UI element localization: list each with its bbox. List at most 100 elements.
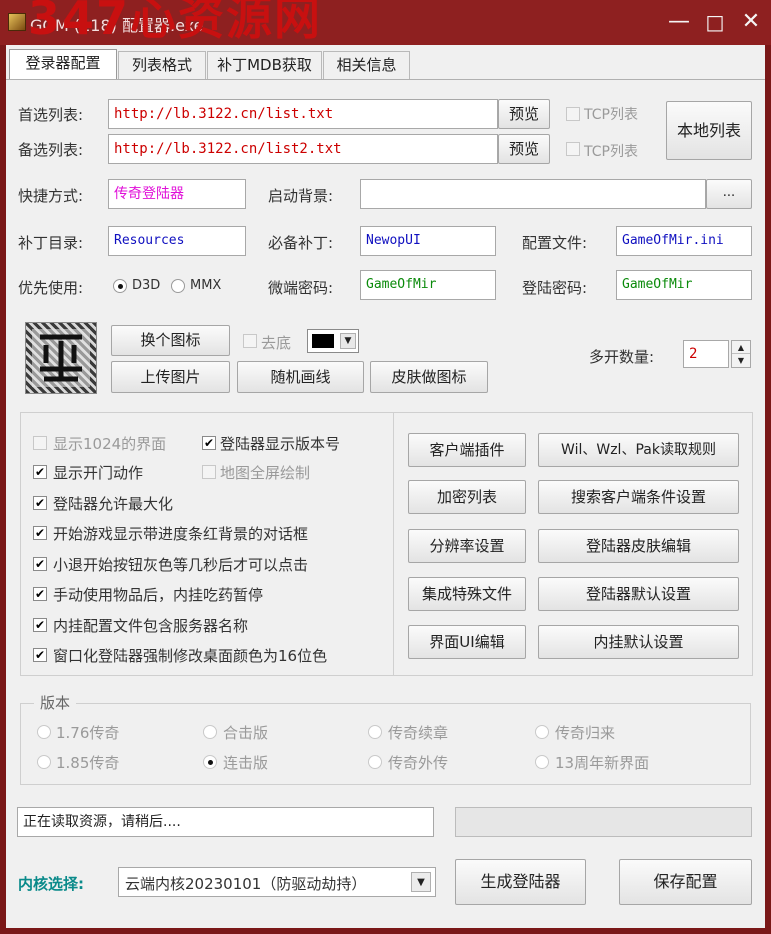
- startup-bg-input[interactable]: [360, 179, 706, 209]
- core-select-dropdown[interactable]: 云端内核20230101（防驱动劫持） ▼: [118, 867, 436, 897]
- primary-list-label: 首选列表:: [18, 106, 84, 124]
- resolution-settings-button[interactable]: 分辨率设置: [408, 529, 526, 563]
- opt-1024-checkbox[interactable]: [33, 436, 47, 450]
- core-select-label: 内核选择:: [18, 875, 84, 893]
- ver-lianji-radio[interactable]: [203, 755, 217, 769]
- generate-launcher-button[interactable]: 生成登陆器: [455, 859, 586, 905]
- spinner-up-icon[interactable]: ▲: [732, 341, 750, 354]
- ui-edit-button[interactable]: 界面UI编辑: [408, 625, 526, 659]
- shortcut-input[interactable]: 传奇登陆器: [108, 179, 246, 209]
- local-list-button[interactable]: 本地列表: [666, 101, 752, 160]
- multi-open-spinner[interactable]: ▲ ▼: [731, 340, 751, 368]
- opt-16bit-color-checkbox[interactable]: ✔: [33, 648, 47, 662]
- core-select-value: 云端内核20230101（防驱动劫持）: [125, 875, 367, 893]
- login-default-settings-button[interactable]: 登陆器默认设置: [538, 577, 739, 611]
- opt-door-checkbox[interactable]: ✔: [33, 465, 47, 479]
- opt-door-label: 显示开门动作: [53, 464, 144, 482]
- opt-progress-label: 开始游戏显示带进度条红背景的对话框: [53, 525, 309, 543]
- ver-waizhuan-radio[interactable]: [368, 755, 382, 769]
- opt-progress-checkbox[interactable]: ✔: [33, 526, 47, 540]
- color-picker-dropdown[interactable]: ▼: [307, 329, 359, 353]
- multi-open-label: 多开数量:: [589, 348, 655, 366]
- opt-gray-button-label: 小退开始按钮灰色等几秒后才可以点击: [53, 556, 309, 574]
- ver-heji-radio[interactable]: [203, 725, 217, 739]
- required-patch-input[interactable]: NewopUI: [360, 226, 496, 256]
- required-patch-label: 必备补丁:: [268, 234, 334, 252]
- opt-maximize-checkbox[interactable]: ✔: [33, 496, 47, 510]
- client-plugin-button[interactable]: 客户端插件: [408, 433, 526, 467]
- ver-lianji-label: 连击版: [223, 754, 269, 772]
- backup-list-input[interactable]: http://lb.3122.cn/list2.txt: [108, 134, 498, 164]
- tab-list-format[interactable]: 列表格式: [118, 51, 206, 79]
- startup-bg-label: 启动背景:: [268, 187, 334, 205]
- search-client-settings-button[interactable]: 搜索客户端条件设置: [538, 480, 739, 514]
- options-separator: [393, 413, 394, 675]
- remove-bg-checkbox[interactable]: [243, 334, 257, 348]
- opt-server-name-label: 内挂配置文件包含服务器名称: [53, 617, 249, 635]
- opt-gray-button-checkbox[interactable]: ✔: [33, 557, 47, 571]
- primary-tcp-checkbox[interactable]: [566, 107, 580, 121]
- d3d-radio[interactable]: [113, 279, 127, 293]
- special-files-button[interactable]: 集成特殊文件: [408, 577, 526, 611]
- chevron-down-icon[interactable]: ▼: [411, 872, 431, 892]
- spinner-down-icon[interactable]: ▼: [732, 354, 750, 367]
- browse-button[interactable]: ...: [706, 179, 752, 209]
- upload-image-button[interactable]: 上传图片: [111, 361, 230, 393]
- login-pwd-input[interactable]: GameOfMir: [616, 270, 752, 300]
- random-lines-button[interactable]: 随机画线: [237, 361, 364, 393]
- primary-list-input[interactable]: http://lb.3122.cn/list.txt: [108, 99, 498, 129]
- opt-maximize-label: 登陆器允许最大化: [53, 495, 174, 513]
- ver-heji-label: 合击版: [223, 724, 269, 742]
- color-swatch: [312, 334, 334, 348]
- tab-login-config[interactable]: 登录器配置: [9, 49, 117, 80]
- tab-info[interactable]: 相关信息: [323, 51, 410, 79]
- app-icon: [8, 13, 26, 31]
- ver-176-radio[interactable]: [37, 725, 51, 739]
- minimize-button[interactable]: —: [662, 6, 696, 38]
- encrypt-list-button[interactable]: 加密列表: [408, 480, 526, 514]
- close-button[interactable]: ✕: [734, 6, 768, 38]
- opt-pause-potion-label: 手动使用物品后，内挂吃药暂停: [53, 586, 264, 604]
- ver-13th-radio[interactable]: [535, 755, 549, 769]
- backup-list-label: 备选列表:: [18, 141, 84, 159]
- opt-fullmap-label: 地图全屏绘制: [220, 464, 311, 482]
- primary-preview-button[interactable]: 预览: [498, 99, 550, 129]
- micro-pwd-input[interactable]: GameOfMir: [360, 270, 496, 300]
- mmx-label: MMX: [190, 278, 222, 293]
- opt-server-name-checkbox[interactable]: ✔: [33, 618, 47, 632]
- tab-patch-mdb[interactable]: 补丁MDB获取: [207, 51, 322, 79]
- change-icon-button[interactable]: 换个图标: [111, 325, 230, 356]
- ver-xuzhang-radio[interactable]: [368, 725, 382, 739]
- backup-preview-button[interactable]: 预览: [498, 134, 550, 164]
- ver-xuzhang-label: 传奇续章: [388, 724, 449, 742]
- ver-guilai-label: 传奇归来: [555, 724, 616, 742]
- chevron-down-icon: ▼: [340, 333, 356, 349]
- priority-label: 优先使用:: [18, 279, 84, 297]
- progress-bar: [455, 807, 752, 837]
- backup-tcp-label: TCP列表: [584, 144, 638, 160]
- icon-preview-image[interactable]: [25, 322, 97, 394]
- ver-waizhuan-label: 传奇外传: [388, 754, 449, 772]
- config-file-label: 配置文件:: [522, 234, 588, 252]
- patch-dir-input[interactable]: Resources: [108, 226, 246, 256]
- multi-open-input[interactable]: 2: [683, 340, 729, 368]
- primary-tcp-label: TCP列表: [584, 107, 638, 123]
- opt-pause-potion-checkbox[interactable]: ✔: [33, 587, 47, 601]
- read-rules-button[interactable]: Wil、Wzl、Pak读取规则: [538, 433, 739, 467]
- opt-version-label: 登陆器显示版本号: [220, 435, 341, 453]
- watermark: 347心资源网: [28, 0, 323, 45]
- maximize-button[interactable]: □: [698, 6, 732, 38]
- ver-guilai-radio[interactable]: [535, 725, 549, 739]
- backup-tcp-checkbox[interactable]: [566, 142, 580, 156]
- mmx-radio[interactable]: [171, 279, 185, 293]
- opt-version-checkbox[interactable]: ✔: [202, 436, 216, 450]
- opt-16bit-color-label: 窗口化登陆器强制修改桌面颜色为16位色: [53, 647, 328, 665]
- ver-185-label: 1.85传奇: [56, 754, 120, 772]
- ver-185-radio[interactable]: [37, 755, 51, 769]
- login-skin-edit-button[interactable]: 登陆器皮肤编辑: [538, 529, 739, 563]
- plugin-default-settings-button[interactable]: 内挂默认设置: [538, 625, 739, 659]
- config-file-input[interactable]: GameOfMir.ini: [616, 226, 752, 256]
- opt-fullmap-checkbox[interactable]: [202, 465, 216, 479]
- skin-icon-button[interactable]: 皮肤做图标: [370, 361, 488, 393]
- save-config-button[interactable]: 保存配置: [619, 859, 752, 905]
